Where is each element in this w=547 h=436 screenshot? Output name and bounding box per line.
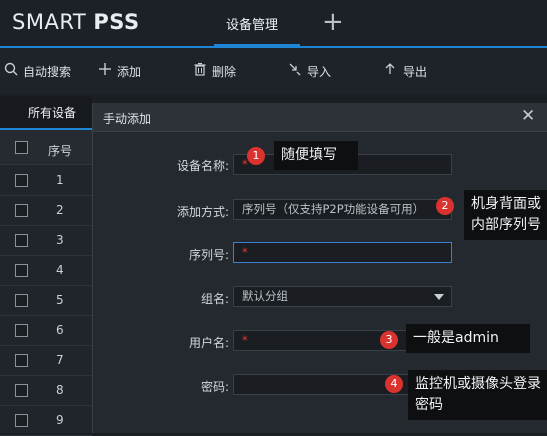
row-checkbox[interactable] (15, 234, 28, 247)
toolbar: 自动搜索 添加 删除 导入 导出 (0, 48, 547, 94)
trash-icon (193, 62, 207, 80)
plus-icon (98, 62, 112, 80)
row-checkbox[interactable] (15, 414, 28, 427)
auto-search-label: 自动搜索 (23, 64, 72, 79)
table-row[interactable]: 2 (0, 195, 92, 226)
table-row[interactable]: 3 (0, 225, 92, 256)
row-checkbox[interactable] (15, 204, 28, 217)
table-row[interactable]: 8 (0, 375, 92, 406)
export-label: 导出 (403, 64, 428, 79)
row-index: 9 (56, 413, 64, 427)
row-checkbox[interactable] (15, 294, 28, 307)
required-mark: * (242, 333, 248, 347)
row-index: 3 (56, 233, 64, 247)
add-method-select[interactable]: 序列号（仅支持P2P功能设备可用） (233, 199, 452, 220)
group-name-label: 组名: (200, 292, 229, 306)
serial-number-label: 序列号: (188, 248, 229, 262)
password-label: 密码: (200, 380, 229, 394)
row-checkbox[interactable] (15, 384, 28, 397)
add-tab-icon[interactable]: + (322, 9, 344, 35)
annotation-marker-4: 4 (385, 375, 403, 393)
annotation-note-3: 一般是admin (406, 324, 530, 353)
table-row[interactable]: 1 (0, 165, 92, 196)
add-method-label: 添加方式: (176, 205, 229, 219)
required-mark: * (242, 245, 248, 259)
table-row[interactable]: 5 (0, 285, 92, 316)
row-index: 7 (56, 353, 64, 367)
search-icon (4, 62, 18, 80)
import-icon (288, 62, 302, 80)
annotation-marker-3: 3 (380, 331, 398, 349)
row-checkbox[interactable] (15, 354, 28, 367)
row-checkbox[interactable] (15, 174, 28, 187)
table-row[interactable]: 6 (0, 315, 92, 346)
dialog-title: 手动添加 (103, 112, 152, 126)
export-button[interactable]: 导出 (384, 62, 427, 80)
row-index: 4 (56, 263, 64, 277)
close-icon[interactable]: ✕ (521, 106, 535, 126)
row-index: 8 (56, 383, 64, 397)
row-index: 1 (56, 173, 64, 187)
table-row[interactable]: 9 (0, 405, 92, 436)
row-index: 5 (56, 293, 64, 307)
auto-search-button[interactable]: 自动搜索 (4, 62, 71, 80)
app-logo: SMART PSS (12, 10, 140, 34)
group-name-value: 默认分组 (242, 289, 288, 303)
column-index-header: 序号 (48, 144, 73, 158)
annotation-note-1: 随便填写 (274, 141, 358, 170)
delete-button[interactable]: 删除 (193, 62, 236, 80)
row-checkbox[interactable] (15, 324, 28, 337)
annotation-marker-1: 1 (247, 147, 265, 165)
all-devices-label: 所有设备 (28, 106, 77, 120)
row-index: 2 (56, 203, 64, 217)
export-icon (384, 62, 398, 80)
username-label: 用户名: (188, 336, 229, 350)
top-bar: SMART PSS 设备管理 + (0, 0, 547, 48)
dialog-header: 手动添加 ✕ (93, 103, 547, 132)
device-name-label: 设备名称: (176, 159, 229, 173)
add-method-value: 序列号（仅支持P2P功能设备可用） (242, 202, 425, 216)
annotation-note-4: 监控机或摄像头登录密码 (408, 370, 547, 420)
chevron-down-icon (434, 294, 444, 300)
table-header: 序号 (0, 130, 92, 165)
row-index: 6 (56, 323, 64, 337)
table-row[interactable]: 4 (0, 255, 92, 286)
delete-label: 删除 (212, 64, 237, 79)
group-name-select[interactable]: 默认分组 (233, 286, 452, 307)
annotation-note-2: 机身背面或内部序列号 (464, 190, 547, 240)
tab-device-management[interactable]: 设备管理 (226, 14, 278, 33)
import-button[interactable]: 导入 (288, 62, 331, 80)
tab-all-devices[interactable]: 所有设备 (0, 96, 92, 130)
add-label: 添加 (117, 64, 142, 79)
import-label: 导入 (307, 64, 332, 79)
row-checkbox[interactable] (15, 264, 28, 277)
serial-number-input[interactable]: * (233, 242, 452, 263)
table-row[interactable]: 7 (0, 345, 92, 376)
annotation-marker-2: 2 (436, 197, 454, 215)
add-button[interactable]: 添加 (98, 62, 141, 80)
select-all-checkbox[interactable] (15, 141, 28, 154)
